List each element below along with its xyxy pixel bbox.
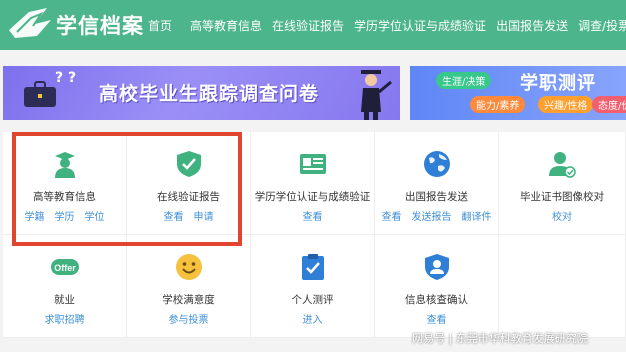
logo-text[interactable]: 学信档案 xyxy=(56,10,144,40)
card-links: 参与投票 xyxy=(127,311,250,326)
card-links: 查看 xyxy=(251,208,374,223)
logo-icon[interactable] xyxy=(7,6,53,40)
user-shield-icon xyxy=(424,254,449,280)
card-links: 求职招聘 xyxy=(3,311,126,326)
card-label: 毕业证书图像校对 xyxy=(520,191,604,203)
question-marks: ? ? xyxy=(55,70,77,86)
card-certification[interactable]: 学历学位认证与成绩验证 查看 xyxy=(251,132,375,235)
tag-ability: 能力/素养 xyxy=(470,96,526,113)
card-links: 进入 xyxy=(251,311,374,326)
clipboard-check-icon xyxy=(301,254,324,280)
nav-education-info[interactable]: 高等教育信息 xyxy=(190,17,262,34)
survey-banner-title: 高校毕业生跟踪调查问卷 xyxy=(99,83,320,105)
card-label: 学校满意度 xyxy=(162,294,215,306)
card-label: 学历学位认证与成绩验证 xyxy=(254,191,371,203)
certificate-icon xyxy=(299,154,326,174)
card-personal-assessment[interactable]: 个人测评 进入 xyxy=(251,235,375,338)
link-proofread[interactable]: 校对 xyxy=(552,212,572,223)
card-diploma-photo[interactable]: 毕业证书图像校对 校对 xyxy=(499,132,626,235)
smiley-icon xyxy=(175,254,202,280)
highlight-box xyxy=(12,132,242,246)
card-links: 查看 xyxy=(375,311,498,326)
nav-online-report[interactable]: 在线验证报告 xyxy=(272,17,344,34)
briefcase-icon xyxy=(24,81,56,107)
card-label: 就业 xyxy=(54,294,75,306)
link-send-report[interactable]: 发送报告 xyxy=(412,212,452,223)
card-links: 查看 发送报告 翻译件 xyxy=(375,208,498,223)
offer-badge-text: Offer xyxy=(54,263,76,273)
card-empty xyxy=(499,235,626,338)
main-nav: 首页 高等教育信息 在线验证报告 学历学位认证与成绩验证 出国报告发送 调查/投… xyxy=(148,0,626,50)
nav-certification[interactable]: 学历学位认证与成绩验证 xyxy=(354,17,486,34)
nav-abroad-report[interactable]: 出国报告发送 xyxy=(496,17,568,34)
card-abroad-report[interactable]: 出国报告发送 查看 发送报告 翻译件 xyxy=(375,132,499,235)
nav-home[interactable]: 首页 xyxy=(148,17,172,34)
watermark-text: 网易号 | 东莞市华科教育发展研究院 xyxy=(412,332,588,345)
site-header: 学信档案 首页 高等教育信息 在线验证报告 学历学位认证与成绩验证 出国报告发送… xyxy=(0,0,626,50)
tag-career: 生涯/决策 xyxy=(436,72,492,89)
link-vote[interactable]: 参与投票 xyxy=(169,315,209,326)
offer-badge-icon: Offer xyxy=(50,259,79,275)
link-view[interactable]: 查看 xyxy=(427,315,447,326)
card-employment[interactable]: Offer 就业 求职招聘 xyxy=(3,235,127,338)
assessment-banner-title: 学职测评 xyxy=(520,73,596,94)
tag-attitude: 态度/价 xyxy=(592,96,626,113)
assessment-banner[interactable]: 生涯/决策 学职测评 能力/素养 兴趣/性格 态度/价 xyxy=(410,66,626,120)
user-check-icon xyxy=(549,152,576,178)
link-enter[interactable]: 进入 xyxy=(303,315,323,326)
card-label: 出国报告发送 xyxy=(405,191,468,203)
link-job-search[interactable]: 求职招聘 xyxy=(45,315,85,326)
card-satisfaction[interactable]: 学校满意度 参与投票 xyxy=(127,235,251,338)
survey-banner[interactable]: ? ? 高校毕业生跟踪调查问卷 xyxy=(3,66,400,120)
globe-icon xyxy=(423,151,450,177)
tag-interest: 兴趣/性格 xyxy=(538,96,594,113)
card-links: 校对 xyxy=(499,208,625,223)
link-view[interactable]: 查看 xyxy=(303,212,323,223)
link-translation[interactable]: 翻译件 xyxy=(462,212,492,223)
link-view[interactable]: 查看 xyxy=(382,212,402,223)
nav-survey[interactable]: 调查/投票 xyxy=(578,17,626,34)
graduate-figure-icon xyxy=(361,70,392,120)
card-info-verification[interactable]: 信息核查确认 查看 xyxy=(375,235,499,338)
card-label: 信息核查确认 xyxy=(405,294,468,306)
card-label: 个人测评 xyxy=(291,294,334,306)
